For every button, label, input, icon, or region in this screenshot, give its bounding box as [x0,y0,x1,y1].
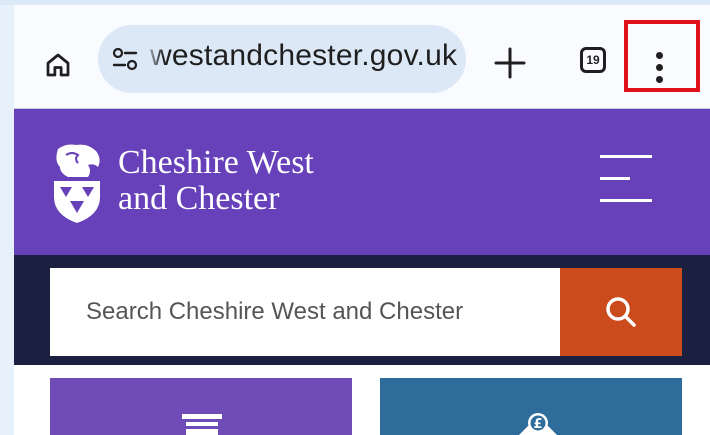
menu-toggle-icon[interactable] [596,151,654,207]
council-crest-icon[interactable] [48,141,106,225]
tile-bins[interactable] [50,378,352,435]
tile-money[interactable]: £ [380,378,682,435]
new-tab-button[interactable] [488,41,532,85]
browser-toolbar: westandchester.gov.uk 19 [14,5,710,108]
search-icon [606,297,636,327]
menu-dot [655,75,663,83]
site-logo-text[interactable]: Cheshire West and Chester [118,145,314,217]
menu-dot [655,51,663,59]
bin-icon [182,414,222,435]
tab-switcher-icon[interactable]: 19 [580,47,606,73]
window-edge [0,0,14,435]
home-button[interactable] [38,45,78,85]
address-bar[interactable]: westandchester.gov.uk [98,25,466,93]
tab-count: 19 [586,53,600,67]
site-info-icon[interactable] [112,47,138,71]
menu-dot [655,63,663,71]
more-options-icon[interactable] [638,39,680,95]
search-band [14,255,710,365]
search-button[interactable] [560,268,682,356]
menu-line [600,177,630,180]
new-tab-icon [494,47,526,79]
url-text[interactable]: westandchester.gov.uk [150,39,457,73]
url-fade [142,35,164,83]
svg-text:£: £ [533,417,542,432]
home-icon [46,53,70,77]
menu-line [600,199,652,202]
logo-line-1: Cheshire West [118,144,314,181]
site-header: Cheshire West and Chester [14,109,710,255]
menu-line [600,155,652,158]
logo-line-2: and Chester [118,180,280,217]
search-input[interactable] [50,268,560,356]
money-icon: £ [519,413,557,435]
